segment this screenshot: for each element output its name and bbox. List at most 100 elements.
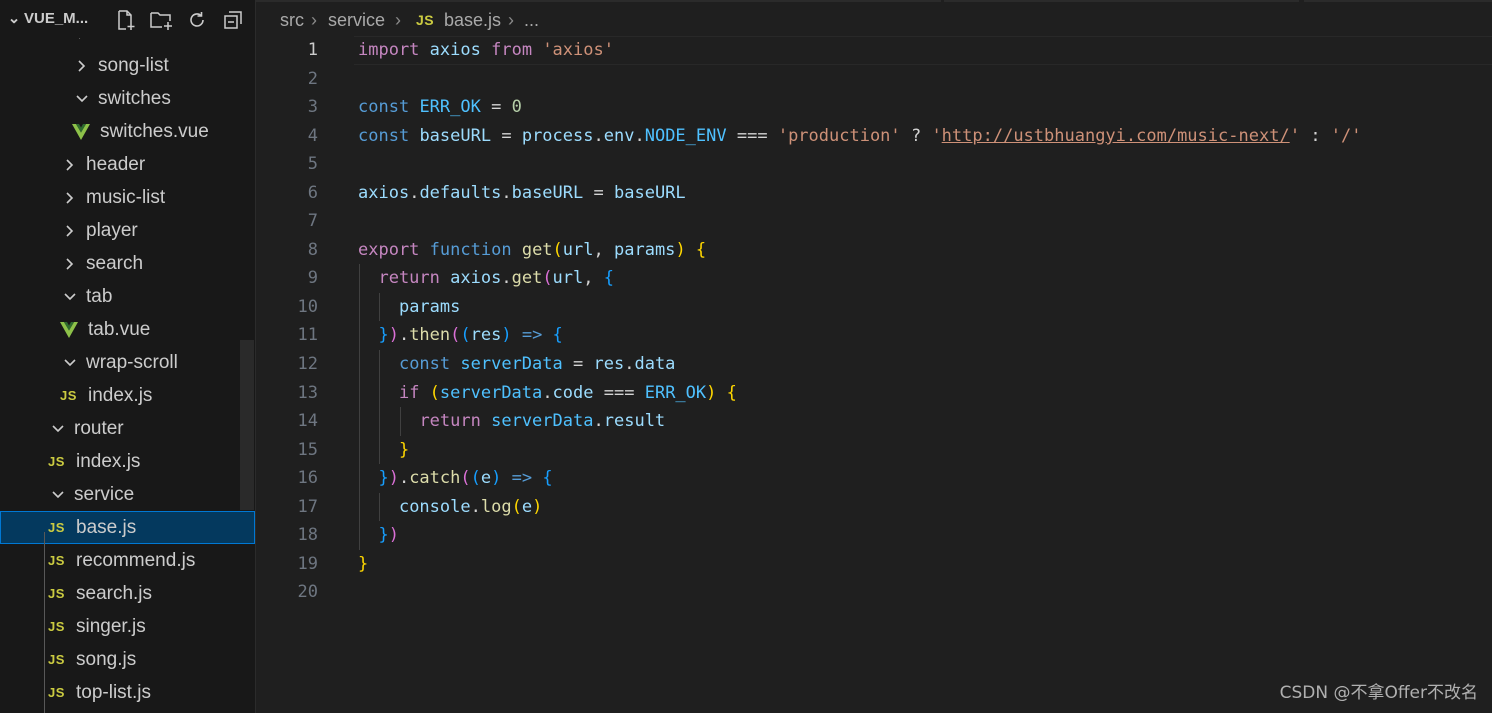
new-folder-icon[interactable] [148,8,174,32]
code-line[interactable]: }) [358,521,1492,550]
workspace-title[interactable]: ⌄ VUE_M... [4,9,88,27]
chevron-right-icon[interactable] [74,49,90,82]
chevron-down-icon[interactable] [50,478,66,511]
code-line[interactable]: } [358,550,1492,579]
code-line[interactable] [358,578,1492,607]
code-line[interactable]: }). catch((e) => { [358,464,1492,493]
code-line[interactable]: const ERR_OK = 0 [358,93,1492,122]
tree-item-label: wrap-scroll [86,352,178,373]
code-token: = [583,182,614,203]
code-line[interactable]: params [358,292,1492,322]
vue-file-icon [60,313,78,346]
tree-file[interactable]: JS index.js [0,379,255,412]
code-line[interactable]: }). then((res) => { [358,321,1492,351]
tree-file[interactable]: JS base.js [0,511,255,544]
new-file-icon[interactable] [112,8,138,32]
code-token: serverData [491,411,594,432]
tree-file[interactable]: tab.vue [0,313,255,346]
explorer-actions [112,8,246,32]
tree-folder-wrap-scroll[interactable]: wrap-scroll [0,346,255,379]
code-token: env [603,125,635,146]
chevron-down-icon[interactable] [62,346,78,379]
tree-folder-tab[interactable]: tab [0,280,255,313]
code-token: . [634,125,645,146]
tree-folder-header[interactable]: header [0,148,255,181]
code-line[interactable]: import axios from 'axios' [354,36,1492,65]
tree-file[interactable]: JS singer.js [0,610,255,643]
code-token: } [378,468,389,489]
code-token: } [398,439,410,460]
line-number: 6 [307,182,318,203]
vue-file-icon [72,115,90,148]
code-token: from [491,40,533,60]
code-line[interactable]: axios. defaults. baseURL = baseURL [358,179,1492,208]
breadcrumb-separator: › [311,10,317,30]
chevron-right-icon[interactable] [62,214,78,247]
chevron-down-icon: ⌄ [7,10,21,27]
code-area[interactable]: import axios from 'axios' const ERR_OK = … [354,36,1492,607]
tree-item-label: tab.vue [88,319,151,340]
code-token: catch [409,468,461,489]
code-token: data [634,354,676,375]
chevron-right-icon[interactable] [62,181,78,214]
breadcrumb-service[interactable]: service [328,0,385,40]
code-line[interactable]: export function get(url, params) { [358,236,1492,265]
code-token: 'axios' [542,40,614,60]
chevron-down-icon[interactable] [74,82,90,115]
tree-item-label: song-list [98,55,169,76]
tree-item-label: header [86,154,146,175]
breadcrumb-symbols[interactable]: ... [524,0,539,40]
code-line[interactable] [358,65,1492,94]
code-line[interactable] [358,150,1492,179]
chevron-right-icon[interactable] [62,247,78,280]
tree-folder-player[interactable]: player [0,214,255,247]
line-number: 16 [297,468,318,489]
sidebar-scrollbar[interactable] [240,340,254,510]
breadcrumb-src[interactable]: src [280,0,304,40]
chevron-down-icon[interactable] [50,412,66,445]
code-token: axios [429,40,481,60]
tree-file[interactable]: JS recommend.js [0,544,255,577]
line-number: 3 [307,97,318,118]
code-line[interactable]: if (serverData. code === ERR_OK) { [358,378,1492,408]
tree-folder-song-list[interactable]: song-list [0,49,255,82]
tree-folder-router[interactable]: router [0,412,255,445]
js-file-icon: JS [48,553,65,568]
code-token: { [542,468,553,489]
code-line[interactable]: console. log(e) [358,492,1492,522]
tree-folder-service[interactable]: service [0,478,255,511]
code-token: 0 [511,97,522,118]
code-line[interactable] [358,207,1492,236]
explorer-sidebar: slidersong-listswitchesswitches.vueheade… [0,0,256,713]
js-file-icon: JS [60,388,77,403]
collapse-all-icon[interactable] [220,8,246,32]
tree-file[interactable]: JS song.js [0,643,255,676]
tree-folder-search[interactable]: search [0,247,255,280]
line-number: 1 [307,40,318,60]
chevron-right-icon[interactable] [62,148,78,181]
tree-file[interactable]: JS index.js [0,445,255,478]
refresh-icon[interactable] [184,8,210,32]
tree-folder-switches[interactable]: switches [0,82,255,115]
code-line[interactable]: const serverData = res. data [358,350,1492,379]
chevron-down-icon[interactable] [62,280,78,313]
code-line[interactable]: return axios. get(url, { [358,264,1492,293]
code-line[interactable]: return serverData. result [358,407,1492,436]
breadcrumb-file[interactable]: base.js [444,0,501,40]
code-line[interactable]: const baseURL = process. env. NODE_ENV ===… [358,122,1492,151]
tree-item-label: music-list [86,187,166,208]
tree-folder-music-list[interactable]: music-list [0,181,255,214]
editor-pane: src › service › JS base.js › ... 1234567… [256,0,1492,713]
line-number: 10 [297,296,318,317]
code-token: serverData [439,382,543,403]
tree-file[interactable]: JS top-list.js [0,676,255,709]
tree-file[interactable]: JS search.js [0,577,255,610]
tree-file[interactable]: switches.vue [0,115,255,148]
code-line[interactable]: } [358,435,1492,465]
